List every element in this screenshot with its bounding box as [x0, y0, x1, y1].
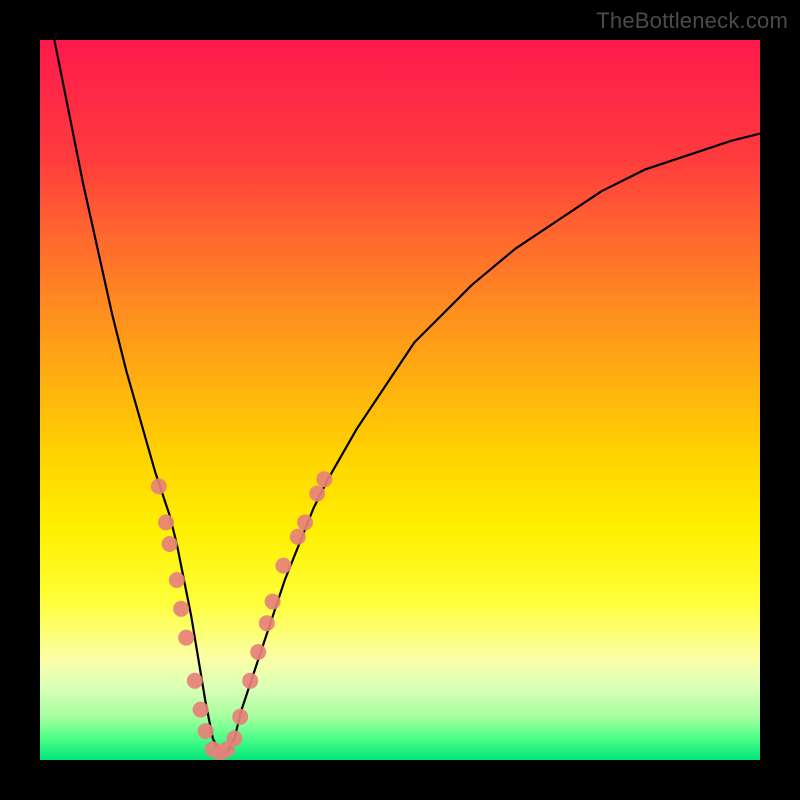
data-marker	[316, 471, 332, 487]
data-marker	[265, 594, 281, 610]
data-marker	[297, 514, 313, 530]
data-marker	[232, 709, 248, 725]
data-marker	[151, 478, 167, 494]
data-marker	[259, 615, 275, 631]
data-marker	[275, 558, 291, 574]
data-marker	[290, 529, 306, 545]
data-marker	[173, 601, 189, 617]
data-marker	[198, 723, 214, 739]
data-marker	[193, 702, 209, 718]
data-marker	[309, 486, 325, 502]
chart-svg	[40, 40, 760, 760]
watermark-text: TheBottleneck.com	[596, 8, 788, 34]
v-curve	[54, 40, 760, 753]
data-marker	[162, 536, 178, 552]
data-marker	[169, 572, 185, 588]
data-marker	[250, 644, 266, 660]
chart-frame: TheBottleneck.com	[0, 0, 800, 800]
data-markers	[151, 471, 333, 760]
data-marker	[242, 673, 258, 689]
data-marker	[187, 673, 203, 689]
data-marker	[178, 630, 194, 646]
data-marker	[226, 730, 242, 746]
data-marker	[158, 514, 174, 530]
plot-area	[40, 40, 760, 760]
